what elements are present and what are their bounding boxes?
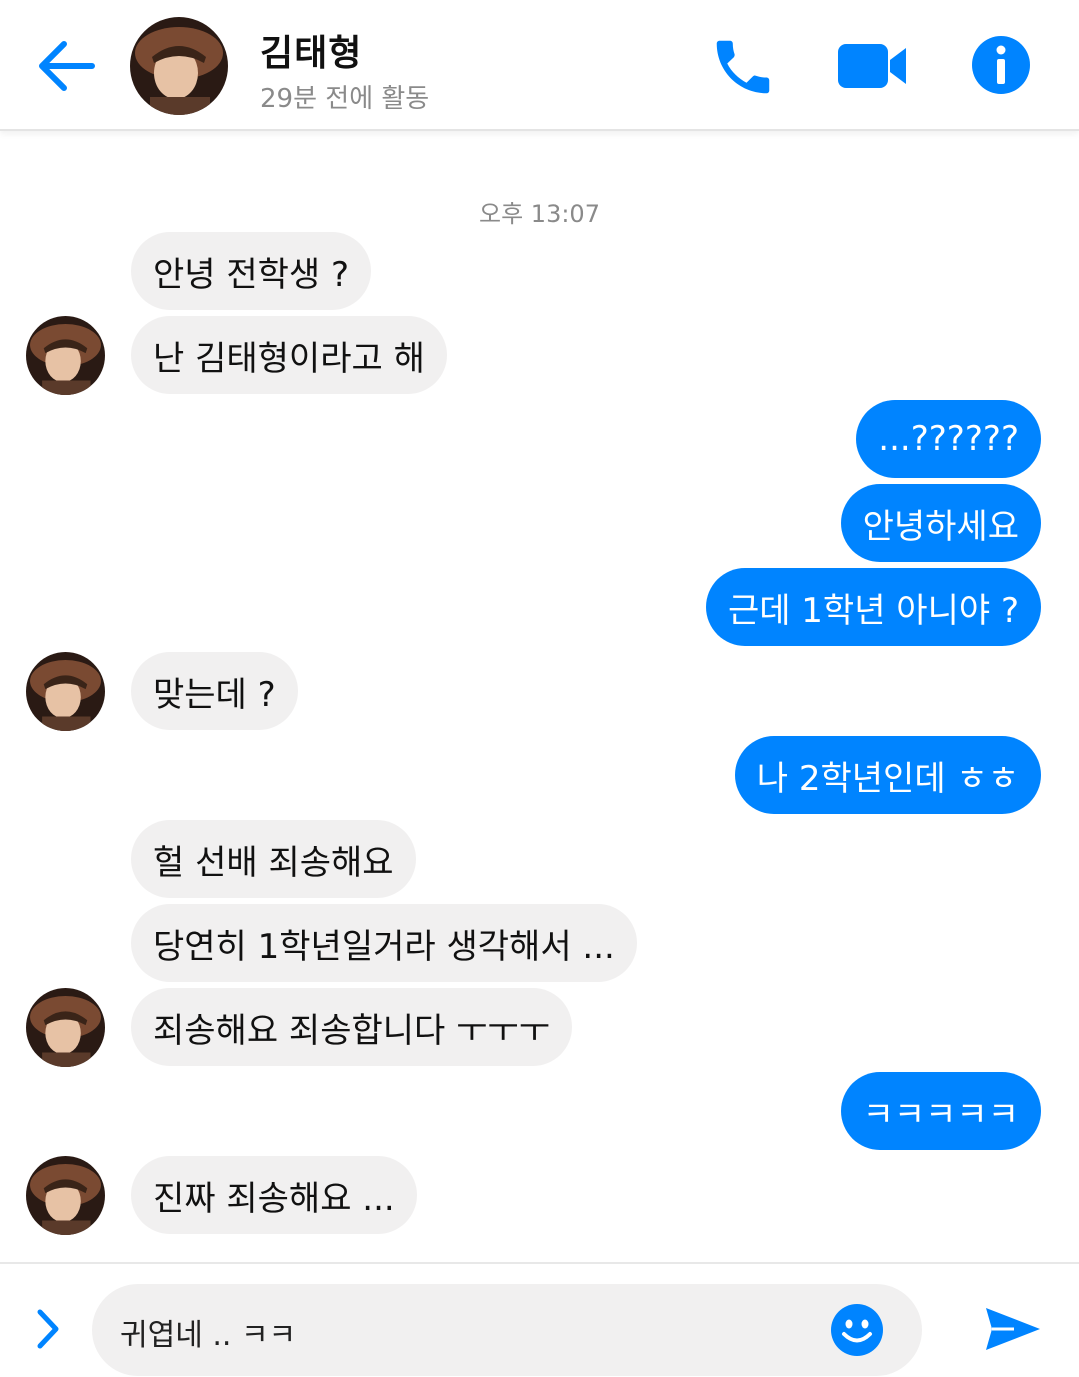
message-input[interactable]: 귀엽네 .. ㅋㅋ [92,1284,922,1376]
sender-avatar[interactable] [26,316,105,395]
back-button[interactable] [30,30,102,102]
send-icon [986,1308,1040,1350]
incoming-message[interactable]: 난 김태형이라고 해 [131,316,447,394]
avatar-photo [26,652,105,731]
video-camera-icon [838,44,906,88]
incoming-message[interactable]: 헐 선배 죄송해요 [131,820,416,898]
sender-avatar[interactable] [26,988,105,1067]
phone-icon [716,40,770,94]
incoming-message[interactable]: 죄송해요 죄송합니다 ㅜㅜㅜ [131,988,572,1066]
contact-name: 김태형 [260,33,363,74]
chevron-right-icon [37,1309,59,1349]
arrow-left-icon [39,41,95,91]
incoming-message[interactable]: 맞는데 ? [131,652,298,730]
expand-actions-button[interactable] [28,1304,68,1354]
emoji-button[interactable] [830,1303,884,1357]
sender-avatar[interactable] [26,1156,105,1235]
avatar-photo [130,17,228,115]
incoming-message[interactable]: 안녕 전학생 ? [131,232,372,310]
conversation-header: 김태형 29분 전에 활동 [0,0,1079,131]
info-icon [972,36,1030,94]
outgoing-message[interactable]: 안녕하세요 [840,484,1041,562]
message-timestamp: 오후 13:07 [479,200,600,228]
outgoing-message[interactable]: 나 2학년인데 ㅎㅎ [734,736,1041,814]
sender-avatar[interactable] [26,652,105,731]
outgoing-message[interactable]: ...?????? [856,400,1041,478]
active-status: 29분 전에 활동 [260,84,430,114]
outgoing-message[interactable]: ㅋㅋㅋㅋㅋ [840,1072,1041,1150]
incoming-message[interactable]: 당연히 1학년일거라 생각해서 ... [131,904,637,982]
avatar-photo [26,1156,105,1235]
message-composer: 귀엽네 .. ㅋㅋ [0,1262,1079,1377]
avatar-photo [26,316,105,395]
info-button[interactable] [970,34,1032,96]
outgoing-message[interactable]: 근데 1학년 아니야 ? [705,568,1041,646]
contact-avatar[interactable] [130,17,228,115]
call-button[interactable] [708,32,778,102]
incoming-message[interactable]: 진짜 죄송해요 ... [131,1156,417,1234]
avatar-photo [26,988,105,1067]
message-input-value[interactable]: 귀엽네 .. ㅋㅋ [120,1310,296,1354]
smiley-icon [831,1304,883,1356]
send-button[interactable] [984,1304,1042,1354]
video-call-button[interactable] [836,38,908,94]
